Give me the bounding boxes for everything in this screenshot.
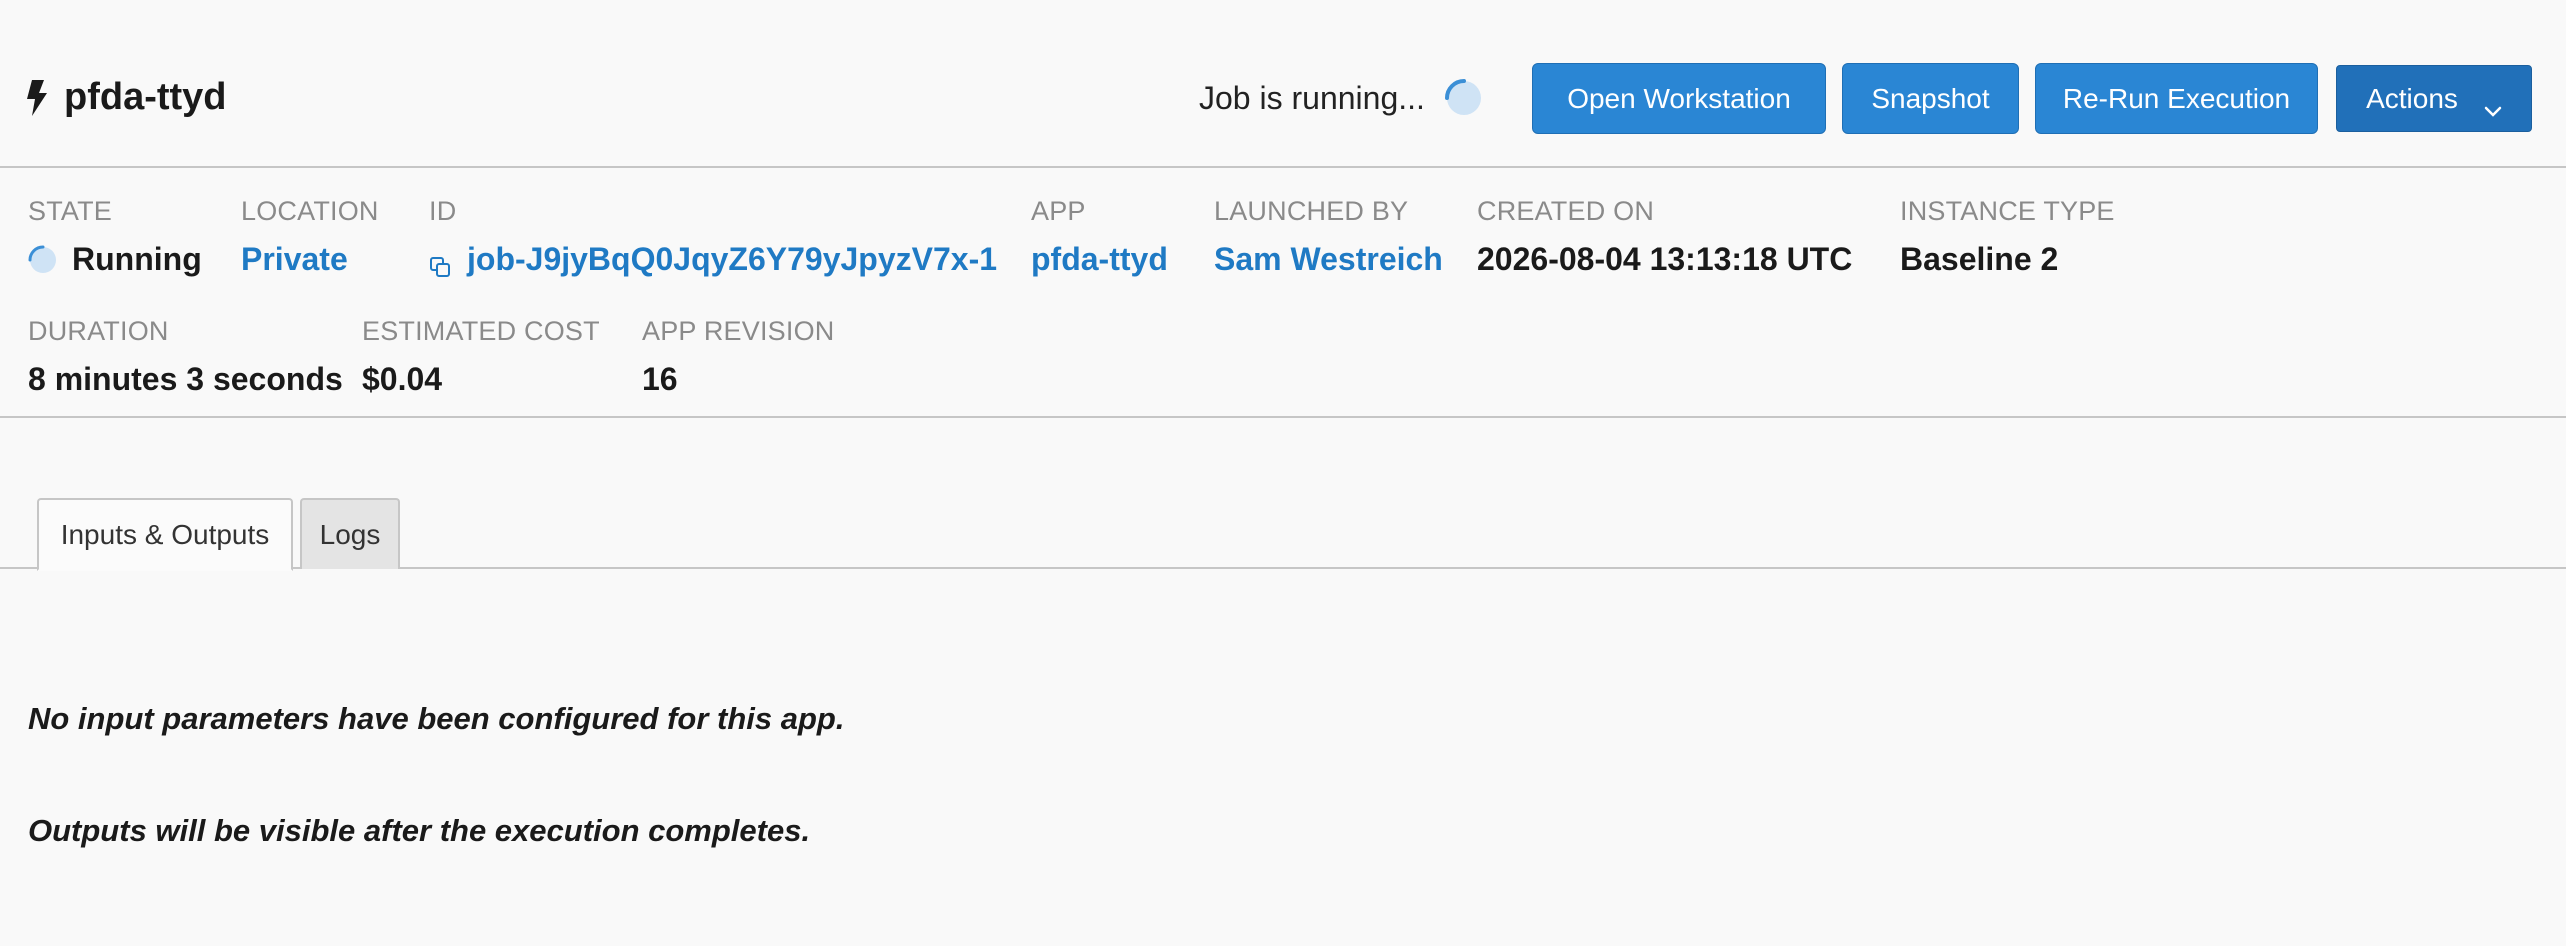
estimated-cost-label: ESTIMATED COST — [362, 316, 600, 346]
app-field: APP pfda-ttyd — [1031, 196, 1168, 278]
open-workstation-button[interactable]: Open Workstation — [1532, 63, 1826, 134]
app-link[interactable]: pfda-ttyd — [1031, 241, 1168, 278]
app-revision-label: APP REVISION — [642, 316, 835, 346]
app-revision-field: APP REVISION 16 — [642, 316, 834, 398]
id-value: job-J9jyBqQ0JqyZ6Y79yJpyzV7x-1 — [429, 241, 997, 278]
location-link[interactable]: Private — [241, 241, 379, 278]
tab-inputs-outputs[interactable]: Inputs & Outputs — [37, 498, 293, 571]
page-title: pfda-ttyd — [64, 76, 227, 118]
chevron-down-icon — [2484, 93, 2502, 117]
tab-logs[interactable]: Logs — [300, 498, 400, 569]
actions-label: Actions — [2366, 82, 2458, 114]
instance-type-value: Baseline 2 — [1900, 241, 2059, 277]
outputs-pending-message: Outputs will be visible after the execut… — [28, 813, 811, 848]
launched-by-field: LAUNCHED BY Sam Westreich — [1214, 196, 1443, 278]
inputs-empty-message: No input parameters have been configured… — [28, 701, 845, 736]
snapshot-button[interactable]: Snapshot — [1842, 63, 2019, 134]
copy-icon[interactable] — [429, 249, 451, 277]
state-text: Running — [72, 241, 202, 277]
job-detail-page: pfda-ttyd Job is running... Open Worksta… — [0, 0, 2566, 946]
bolt-icon — [26, 79, 48, 116]
instance-type-label: INSTANCE TYPE — [1900, 196, 2115, 226]
estimated-cost-field: ESTIMATED COST $0.04 — [362, 316, 600, 398]
page-header: pfda-ttyd Job is running... Open Worksta… — [0, 0, 2566, 168]
app-label: APP — [1031, 196, 1086, 226]
duration-value: 8 minutes 3 seconds — [28, 361, 343, 397]
job-id-link[interactable]: job-J9jyBqQ0JqyZ6Y79yJpyzV7x-1 — [467, 241, 997, 278]
job-metadata: STATE Running LOCATION Private ID job-J9… — [0, 170, 2566, 418]
state-value: Running — [28, 241, 202, 278]
title-group: pfda-ttyd — [26, 76, 227, 119]
launched-by-label: LAUNCHED BY — [1214, 196, 1409, 226]
estimated-cost-value: $0.04 — [362, 361, 443, 397]
id-label: ID — [429, 196, 457, 226]
actions-dropdown-button[interactable]: Actions — [2336, 65, 2532, 132]
launched-by-link[interactable]: Sam Westreich — [1214, 241, 1443, 278]
state-label: STATE — [28, 196, 113, 226]
created-on-value: 2026-08-04 13:13:18 UTC — [1477, 241, 1853, 277]
state-field: STATE Running — [28, 196, 202, 278]
created-on-label: CREATED ON — [1477, 196, 1655, 226]
duration-label: DURATION — [28, 316, 169, 346]
location-field: LOCATION Private — [241, 196, 379, 278]
running-spinner-icon — [28, 245, 58, 275]
duration-field: DURATION 8 minutes 3 seconds — [28, 316, 343, 398]
job-status-text: Job is running... — [1199, 80, 1425, 116]
tab-bar: Inputs & Outputs Logs — [0, 498, 2566, 571]
id-field: ID job-J9jyBqQ0JqyZ6Y79yJpyzV7x-1 — [429, 196, 997, 278]
created-on-field: CREATED ON 2026-08-04 13:13:18 UTC — [1477, 196, 1852, 278]
rerun-execution-button[interactable]: Re-Run Execution — [2035, 63, 2318, 134]
app-revision-value: 16 — [642, 361, 678, 397]
location-label: LOCATION — [241, 196, 379, 226]
instance-type-field: INSTANCE TYPE Baseline 2 — [1900, 196, 2115, 278]
loading-spinner-icon — [1444, 78, 1484, 118]
